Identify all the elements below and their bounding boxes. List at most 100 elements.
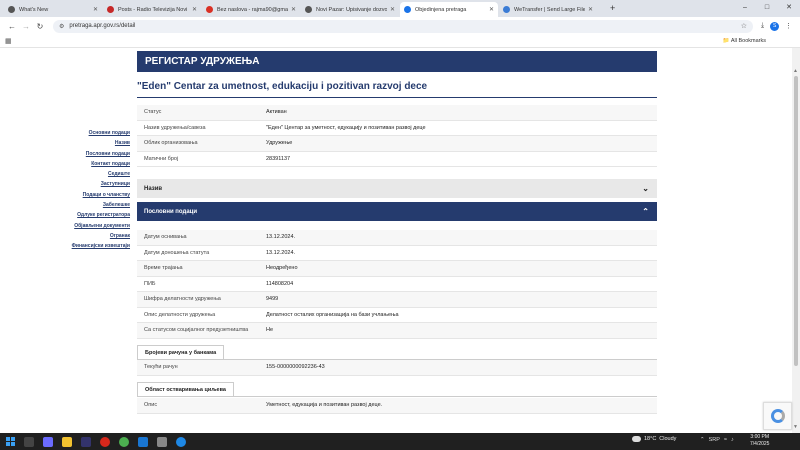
scroll-down-icon[interactable]: ▼ xyxy=(793,424,798,430)
sidenav-link[interactable]: Објављени документи xyxy=(60,221,130,231)
photos-icon[interactable] xyxy=(157,436,167,447)
menu-icon[interactable]: ⋮ xyxy=(785,22,792,30)
recaptcha-icon xyxy=(770,409,785,423)
section-name-label: Назив xyxy=(144,185,163,192)
table-row: ПИБ 114808204 xyxy=(137,277,657,292)
field-value: 155-0000000092236-43 xyxy=(266,364,325,371)
sidenav-link[interactable]: Заступници xyxy=(60,179,130,189)
reload-icon[interactable]: ↻ xyxy=(33,22,47,31)
sidenav-link[interactable]: Пословни подаци xyxy=(60,149,130,159)
url-text: pretraga.apr.gov.rs/detail xyxy=(69,23,136,29)
goals-tab[interactable]: Област остваривања циљева xyxy=(137,382,234,396)
bookmarks-bar: ▦ 📁 All Bookmarks xyxy=(0,35,800,48)
browser-tab[interactable]: WeTransfer | Send Large Files Fast✕ xyxy=(499,2,597,17)
chevron-up-icon: ⌃ xyxy=(642,207,649,216)
search-icon[interactable] xyxy=(24,436,34,447)
app-icon[interactable] xyxy=(81,436,91,447)
chevron-up-icon[interactable]: ⌃ xyxy=(700,437,705,443)
favicon-icon xyxy=(107,6,114,13)
section-business-header[interactable]: Пословни подаци ⌃ xyxy=(137,202,657,221)
section-name-header[interactable]: Назив ⌄ xyxy=(137,179,657,198)
table-row: Статус Активан xyxy=(137,105,657,121)
bookmark-star-icon[interactable]: ☆ xyxy=(741,22,747,30)
windows-start-icon[interactable] xyxy=(6,437,15,446)
table-row: Са статусом социјалног предузетништва Не xyxy=(137,323,657,339)
tab-close-icon[interactable]: ✕ xyxy=(588,6,593,13)
browser-tab[interactable]: What's New ✕ xyxy=(4,2,102,17)
sidenav-link[interactable]: Седиште xyxy=(60,169,130,179)
field-value: 13.12.2024. xyxy=(266,234,296,241)
clock[interactable]: 3:00 PM 7/4/2025 xyxy=(750,434,769,448)
forward-icon[interactable]: → xyxy=(19,22,33,31)
scrollbar-thumb[interactable] xyxy=(794,76,798,366)
browser-tab[interactable]: Novi Pazar: Upisivanje dozvolen...✕ xyxy=(301,2,399,17)
tab-strip: What's New ✕ Posts - Radio Televizija Novi… xyxy=(0,0,800,17)
speaker-icon[interactable]: ♪ xyxy=(731,437,734,443)
sidenav-link[interactable]: Назив xyxy=(60,138,130,148)
field-value: 114808204 xyxy=(266,280,294,287)
bank-accounts-tab[interactable]: Бројеви рачуна у банкама xyxy=(137,345,225,359)
field-label: Облик организовања xyxy=(144,140,198,147)
clock-date: 7/4/2025 xyxy=(750,441,770,447)
tab-close-icon[interactable]: ✕ xyxy=(291,6,296,13)
field-value: "Еден" Центар за уметност, едукацију и п… xyxy=(266,124,426,131)
favicon-icon xyxy=(206,6,213,13)
field-label: Датум оснивања xyxy=(144,234,187,241)
recaptcha-badge[interactable] xyxy=(763,402,792,430)
tab-title: Novi Pazar: Upisivanje dozvolen... xyxy=(316,6,387,13)
file-explorer-icon[interactable] xyxy=(62,436,72,447)
field-value: 9499 xyxy=(266,296,279,303)
widgets-icon[interactable] xyxy=(43,436,53,447)
language-indicator[interactable]: SRP xyxy=(709,437,720,443)
weather-widget[interactable]: 18°C Cloudy xyxy=(632,436,676,442)
outlook-icon[interactable] xyxy=(138,436,148,447)
opera-icon[interactable] xyxy=(100,436,110,447)
new-tab-button[interactable]: + xyxy=(604,1,621,16)
scroll-up-icon[interactable]: ▲ xyxy=(793,68,798,74)
wifi-icon[interactable]: ≈ xyxy=(724,437,727,443)
sidenav-link[interactable]: Основни подаци xyxy=(60,128,130,138)
browser-tab[interactable]: Objedinjena pretraga ✕ xyxy=(400,2,498,17)
close-icon[interactable]: ✕ xyxy=(778,0,800,15)
site-info-icon[interactable]: ⚙ xyxy=(59,23,64,30)
sidenav-link[interactable]: Финансијски извештаји xyxy=(60,241,130,251)
section-business-label: Пословни подаци xyxy=(144,208,198,215)
sidenav-link[interactable]: Забелешке xyxy=(60,200,130,210)
table-row: Текући рачун 155-0000000092236-43 xyxy=(137,360,657,376)
side-navigation: Основни подаци Назив Пословни подаци Контак… xyxy=(60,128,130,252)
all-bookmarks-button[interactable]: 📁 All Bookmarks xyxy=(723,38,766,44)
table-row: Опис Уметност, едукација и позитиван разв… xyxy=(137,398,657,414)
tab-close-icon[interactable]: ✕ xyxy=(192,6,197,13)
download-icon[interactable]: ⤓ xyxy=(761,22,764,30)
tab-title: Bez naslova - rajma90@gmail.com xyxy=(217,6,288,13)
field-value: 28391137 xyxy=(266,155,291,162)
sidenav-link[interactable]: Подаци о чланству xyxy=(60,190,130,200)
chrome-icon[interactable] xyxy=(119,436,129,447)
tab-close-icon[interactable]: ✕ xyxy=(489,6,494,13)
browser-tab[interactable]: Bez naslova - rajma90@gmail.com✕ xyxy=(202,2,300,17)
sidenav-link[interactable]: Контакт подаци xyxy=(60,159,130,169)
edge-icon[interactable] xyxy=(176,436,186,447)
table-row: Датум оснивања 13.12.2024. xyxy=(137,230,657,246)
tab-close-icon[interactable]: ✕ xyxy=(93,6,98,13)
tab-title: WeTransfer | Send Large Files Fast xyxy=(514,6,585,13)
browser-tab[interactable]: Posts - Radio Televizija Novi Pazar✕ xyxy=(103,2,201,17)
profile-avatar[interactable]: S xyxy=(770,21,780,31)
sidenav-link[interactable]: Одлуке регистратора xyxy=(60,210,130,220)
tab-close-icon[interactable]: ✕ xyxy=(390,6,395,13)
table-row: Датум доношења статута 13.12.2024. xyxy=(137,246,657,261)
page-scrollbar[interactable]: ▲ ▼ xyxy=(792,48,800,433)
address-bar[interactable]: ⚙ pretraga.apr.gov.rs/detail ☆ xyxy=(53,19,753,33)
field-label: Текући рачун xyxy=(144,364,178,371)
table-row: Назив удружења/савеза "Еден" Центар за ум… xyxy=(137,121,657,136)
apps-grid-icon[interactable]: ▦ xyxy=(5,37,12,45)
goals-table: Опис Уметност, едукација и позитиван разв… xyxy=(137,398,657,414)
maximize-icon[interactable]: □ xyxy=(756,0,778,15)
windows-taskbar: 18°C Cloudy ⌃ SRP ≈ ♪ 3:00 PM 7/4/2025 xyxy=(0,433,800,450)
minimize-icon[interactable]: – xyxy=(734,0,756,15)
field-label: Шифра делатности удружења xyxy=(144,296,221,303)
sidenav-link[interactable]: Огранак xyxy=(60,231,130,241)
back-icon[interactable]: ← xyxy=(5,22,19,31)
favicon-icon xyxy=(404,6,411,13)
register-banner: РЕГИСТАР УДРУЖЕЊА xyxy=(137,51,657,72)
